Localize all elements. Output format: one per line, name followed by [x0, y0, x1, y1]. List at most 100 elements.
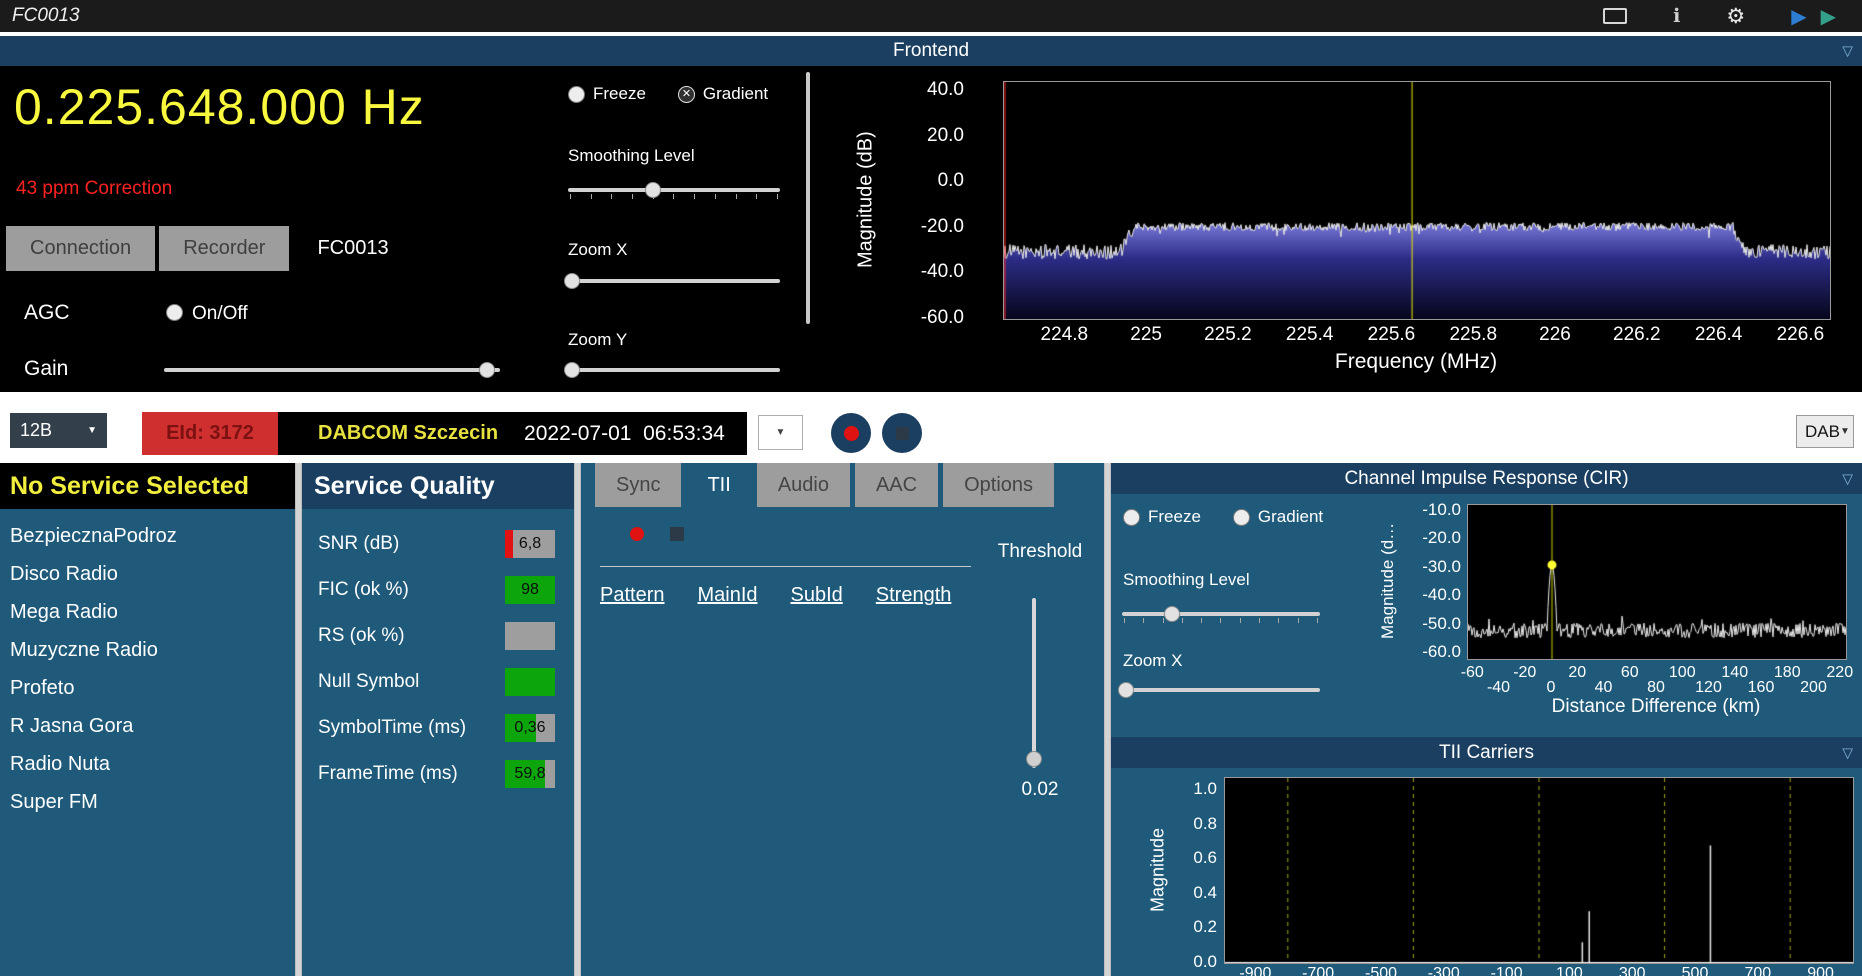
- service-item[interactable]: R Jasna Gora: [0, 707, 295, 745]
- quality-label: SNR (dB): [318, 533, 400, 554]
- collapse-icon[interactable]: ▽: [1842, 470, 1853, 487]
- gear-icon[interactable]: ⚙: [1726, 4, 1745, 29]
- play-secondary-icon[interactable]: ▶: [1821, 4, 1836, 29]
- frontend-tab[interactable]: Recorder: [159, 226, 290, 271]
- detail-tab[interactable]: AAC: [854, 463, 939, 507]
- tii-carriers-section-header[interactable]: TII Carriers ▽: [1111, 737, 1862, 768]
- zoom-x-slider[interactable]: [564, 272, 780, 290]
- slider-track: [568, 188, 780, 192]
- tick-label: 20.0: [927, 124, 964, 146]
- playback-icons: ▶ ▶: [1791, 4, 1836, 29]
- cir-section-header[interactable]: Channel Impulse Response (CIR) ▽: [1111, 463, 1862, 494]
- selected-service-header: No Service Selected: [0, 463, 295, 509]
- cir-zoom-x-slider[interactable]: [1117, 681, 1320, 699]
- ensemble-info: DABCOM Szczecin 2022-07-01 06:53:34: [278, 412, 747, 455]
- gradient-radio[interactable]: ✕: [677, 85, 695, 103]
- cir-panel: Freeze Gradient Smoothing Level Zoom X M…: [1111, 494, 1862, 737]
- slider-track: [1032, 598, 1036, 768]
- zoom-y-label: Zoom Y: [568, 330, 628, 349]
- stop-button[interactable]: [882, 413, 922, 453]
- spectrum-plot[interactable]: [1003, 81, 1831, 320]
- slider-thumb[interactable]: [644, 182, 661, 198]
- collapse-icon[interactable]: ▽: [1842, 43, 1853, 60]
- gain-slider[interactable]: [164, 361, 500, 379]
- quality-value: 0,36: [514, 719, 546, 736]
- tick-label: 140: [1721, 664, 1749, 681]
- service-item[interactable]: Muzyczne Radio: [0, 631, 295, 669]
- tick-label: -10.0: [1422, 499, 1461, 519]
- titlebar: FC0013 ℹ ⚙ ▶ ▶: [0, 0, 1862, 32]
- toolbar: 12B ▼ EId: 3172 DABCOM Szczecin 2022-07-…: [0, 392, 1862, 463]
- tick-label: 0.4: [1193, 882, 1217, 902]
- frontend-section-title: Frontend: [892, 40, 970, 61]
- quality-value: [505, 622, 555, 650]
- quality-indicator: 6,8: [505, 530, 555, 558]
- info-icon[interactable]: ℹ: [1673, 5, 1680, 28]
- cir-freeze-radio[interactable]: [1123, 508, 1140, 526]
- quality-row: RS (ok %): [302, 613, 574, 659]
- record-button[interactable]: [831, 413, 871, 453]
- column-header: SubId: [790, 584, 843, 606]
- tick-label: 0.0: [1193, 952, 1217, 971]
- zoom-y-slider[interactable]: [564, 361, 780, 379]
- record-indicator[interactable]: [630, 527, 644, 541]
- service-item[interactable]: Radio Nuta: [0, 745, 295, 783]
- tab-label: Audio: [777, 473, 829, 496]
- tick-label: -100: [1490, 965, 1523, 976]
- service-item[interactable]: Profeto: [0, 669, 295, 707]
- detail-tab[interactable]: Sync: [595, 463, 682, 507]
- tick-label: 0.8: [1193, 813, 1217, 833]
- slider-thumb[interactable]: [1163, 606, 1180, 622]
- tab-label: Connection: [30, 237, 132, 259]
- mode-select[interactable]: DAB ▼: [1796, 415, 1854, 448]
- spectrum-x-axis-label: Frequency (MHz): [1334, 350, 1498, 373]
- cir-smoothing-slider[interactable]: [1122, 605, 1320, 623]
- service-item[interactable]: Super FM: [0, 783, 295, 821]
- tick-label: 180: [1773, 664, 1801, 681]
- stop-indicator[interactable]: [670, 527, 684, 541]
- tii-carriers-plot[interactable]: [1224, 777, 1854, 964]
- detail-tab[interactable]: Options: [943, 463, 1055, 507]
- slider-track: [1122, 688, 1320, 692]
- play-icon[interactable]: ▶: [1791, 4, 1806, 29]
- tick-label: 900: [1807, 965, 1834, 976]
- gain-label: Gain: [24, 357, 69, 380]
- slider-thumb[interactable]: [1117, 682, 1134, 698]
- detail-tab[interactable]: Audio: [756, 463, 850, 507]
- freeze-radio[interactable]: [568, 85, 585, 103]
- tii-y-axis-label: Magnitude: [1147, 827, 1168, 912]
- splitter[interactable]: [1104, 463, 1111, 976]
- service-item[interactable]: Mega Radio: [0, 593, 295, 631]
- tab-label: AAC: [875, 473, 918, 496]
- zoom-x-label: Zoom X: [568, 240, 628, 259]
- slider-thumb[interactable]: [478, 362, 495, 378]
- detail-tab[interactable]: TII: [686, 463, 752, 507]
- frontend-section-header[interactable]: Frontend ▽: [0, 36, 1862, 66]
- tick-label: 225.4: [1285, 324, 1334, 345]
- collapse-icon[interactable]: ▽: [1842, 744, 1853, 761]
- services-panel: No Service Selected BezpiecznaPodroz Disc…: [0, 463, 295, 976]
- splitter[interactable]: [295, 463, 302, 976]
- tick-label: -40.0: [920, 261, 964, 283]
- splitter[interactable]: [574, 463, 581, 976]
- dropdown-button[interactable]: ▼: [758, 415, 803, 450]
- service-item[interactable]: BezpiecznaPodroz: [0, 517, 295, 555]
- scrollbar[interactable]: [806, 72, 810, 324]
- frontend-tab[interactable]: FC0013: [293, 226, 413, 271]
- quality-row: SymbolTime (ms) 0,36: [302, 705, 574, 751]
- smoothing-slider[interactable]: [568, 181, 780, 199]
- agc-radio[interactable]: [166, 304, 183, 321]
- cir-plot[interactable]: [1467, 504, 1847, 660]
- cir-gradient-radio[interactable]: [1232, 508, 1250, 526]
- tick-label: -900: [1239, 965, 1272, 976]
- slider-thumb[interactable]: [564, 273, 581, 289]
- slider-thumb[interactable]: [564, 362, 581, 378]
- channel-select[interactable]: 12B ▼: [10, 413, 107, 448]
- display-icon[interactable]: [1603, 8, 1628, 24]
- cir-freeze-label: Freeze: [1148, 507, 1201, 526]
- frontend-tab[interactable]: Connection: [6, 226, 156, 271]
- service-quality-panel: Service Quality SNR (dB) 6,8 FIC (ok %) …: [302, 463, 574, 976]
- threshold-slider[interactable]: [1025, 598, 1043, 768]
- slider-thumb[interactable]: [1026, 751, 1042, 767]
- service-item[interactable]: Disco Radio: [0, 555, 295, 593]
